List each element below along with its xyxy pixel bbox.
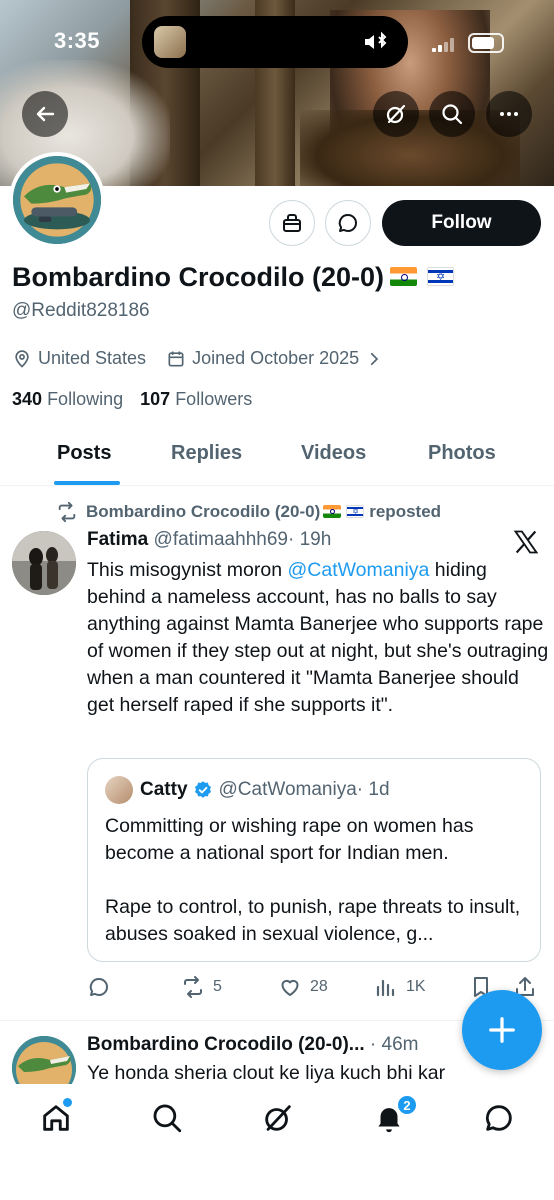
repost-button[interactable]: 5 [181,975,222,999]
profile-joined[interactable]: Joined October 2025 [192,348,359,369]
israel-flag-icon [427,267,455,287]
repost-suffix: reposted [369,502,442,521]
tab-videos[interactable]: Videos [301,442,366,465]
reply-icon [89,977,108,996]
like-button[interactable]: 28 [278,975,328,999]
profile-tabs: Posts Replies Videos Photos [0,424,554,486]
post-author-avatar[interactable] [12,531,76,595]
more-horizontal-icon [500,112,518,116]
chat-bubble-icon [485,1105,512,1131]
author-photo-image [12,531,76,595]
status-time: 3:35 [54,28,101,53]
notifications-badge: 2 [396,1094,418,1116]
x-logo-icon [513,530,539,554]
profile-avatar[interactable] [9,152,105,248]
following-link[interactable]: 340 Following [12,389,123,409]
grok-button[interactable] [373,91,419,137]
now-playing-thumbnail [154,26,186,58]
post2-time: · 46m [369,1034,419,1055]
quoted-post[interactable]: Catty @CatWomaniya · 1d Committing or wis… [87,758,541,962]
mention-link[interactable]: @CatWomaniya [287,559,429,581]
grok-icon [265,1105,291,1131]
compose-post-button[interactable] [462,990,542,1070]
more-button[interactable] [486,91,532,137]
repost-by: Bombardino Crocodilo (20-0) [86,502,321,521]
location-pin-icon [15,349,29,368]
quoted-post-text: Committing or wishing rape on women has … [105,815,521,945]
follow-stats: 340 Following 107 Followers [12,389,252,410]
followers-link[interactable]: 107 Followers [140,389,252,409]
india-flag-icon [323,504,342,518]
quoted-author-name: Catty [140,779,188,800]
quoted-author-handle: @CatWomaniya [218,779,357,800]
subscribe-gift-button[interactable] [269,200,315,246]
repost-icon [58,501,76,523]
like-count: 28 [310,978,328,995]
search-icon [153,1104,182,1133]
tab-replies[interactable]: Replies [171,442,242,465]
verified-badge-icon [194,781,211,798]
plus-icon [489,1017,515,1043]
bottom-navigation: 2 [0,1084,554,1200]
view-count: 1K [406,978,426,995]
grok-icon [386,104,406,124]
profile-name-text: Bombardino Crocodilo (20-0) [12,262,385,292]
chevron-right-icon[interactable] [365,350,383,368]
repost-indicator[interactable]: Bombardino Crocodilo (20-0) reposted [56,501,441,523]
back-button[interactable] [22,91,68,137]
active-tab-indicator [54,481,120,485]
quoted-post-header: Catty @CatWomaniya · 1d [140,779,390,801]
dynamic-island [142,16,408,68]
views-button[interactable]: 1K [374,975,426,999]
india-flag-icon [390,267,418,287]
heart-icon [281,979,299,996]
israel-flag-icon [346,504,365,518]
crocodile-bomber-avatar-image [13,156,101,244]
message-button[interactable] [325,200,371,246]
follow-button[interactable]: Follow [382,200,541,246]
arrow-left-icon [36,106,55,122]
home-unread-dot [63,1098,72,1107]
profile-name: Bombardino Crocodilo (20-0) [12,262,455,293]
quoted-post-time: · 1d [356,779,390,800]
gift-icon [283,214,301,232]
bar-chart-icon [376,979,395,997]
chat-bubble-icon [338,213,357,232]
repost-icon [184,976,202,998]
profile-location: United States [38,348,147,368]
tab-posts[interactable]: Posts [57,442,111,465]
post2-text: Ye honda sheria clout ke liya kuch bhi k… [87,1062,446,1084]
quoted-author-avatar [105,776,133,804]
search-icon [442,104,463,125]
post-header: Fatima @fatimaahhh69· 19h [87,529,331,551]
post-author-name[interactable]: Fatima [87,529,148,550]
post2-header: Bombardino Crocodilo (20-0)... · 46m [87,1034,418,1056]
bluetooth-speaker-icon [365,31,387,49]
repost-count: 5 [213,978,222,995]
nav-search[interactable] [150,1101,184,1135]
signal-icon [432,38,454,52]
search-button[interactable] [429,91,475,137]
post-author-handle[interactable]: @fatimaahhh69 [154,529,288,550]
post-text: This misogynist moron @CatWomaniya hidin… [87,559,549,716]
calendar-icon [168,351,184,366]
post-time: · 19h [287,529,332,550]
post2-author-name[interactable]: Bombardino Crocodilo (20-0)... [87,1034,365,1055]
profile-meta: United States Joined October 2025 [12,348,389,369]
profile-handle: @Reddit828186 [12,300,150,321]
nav-grok[interactable] [261,1101,295,1135]
tab-photos[interactable]: Photos [428,442,496,465]
battery-icon [468,33,504,53]
nav-messages[interactable] [482,1101,516,1135]
reply-button[interactable] [87,975,119,999]
